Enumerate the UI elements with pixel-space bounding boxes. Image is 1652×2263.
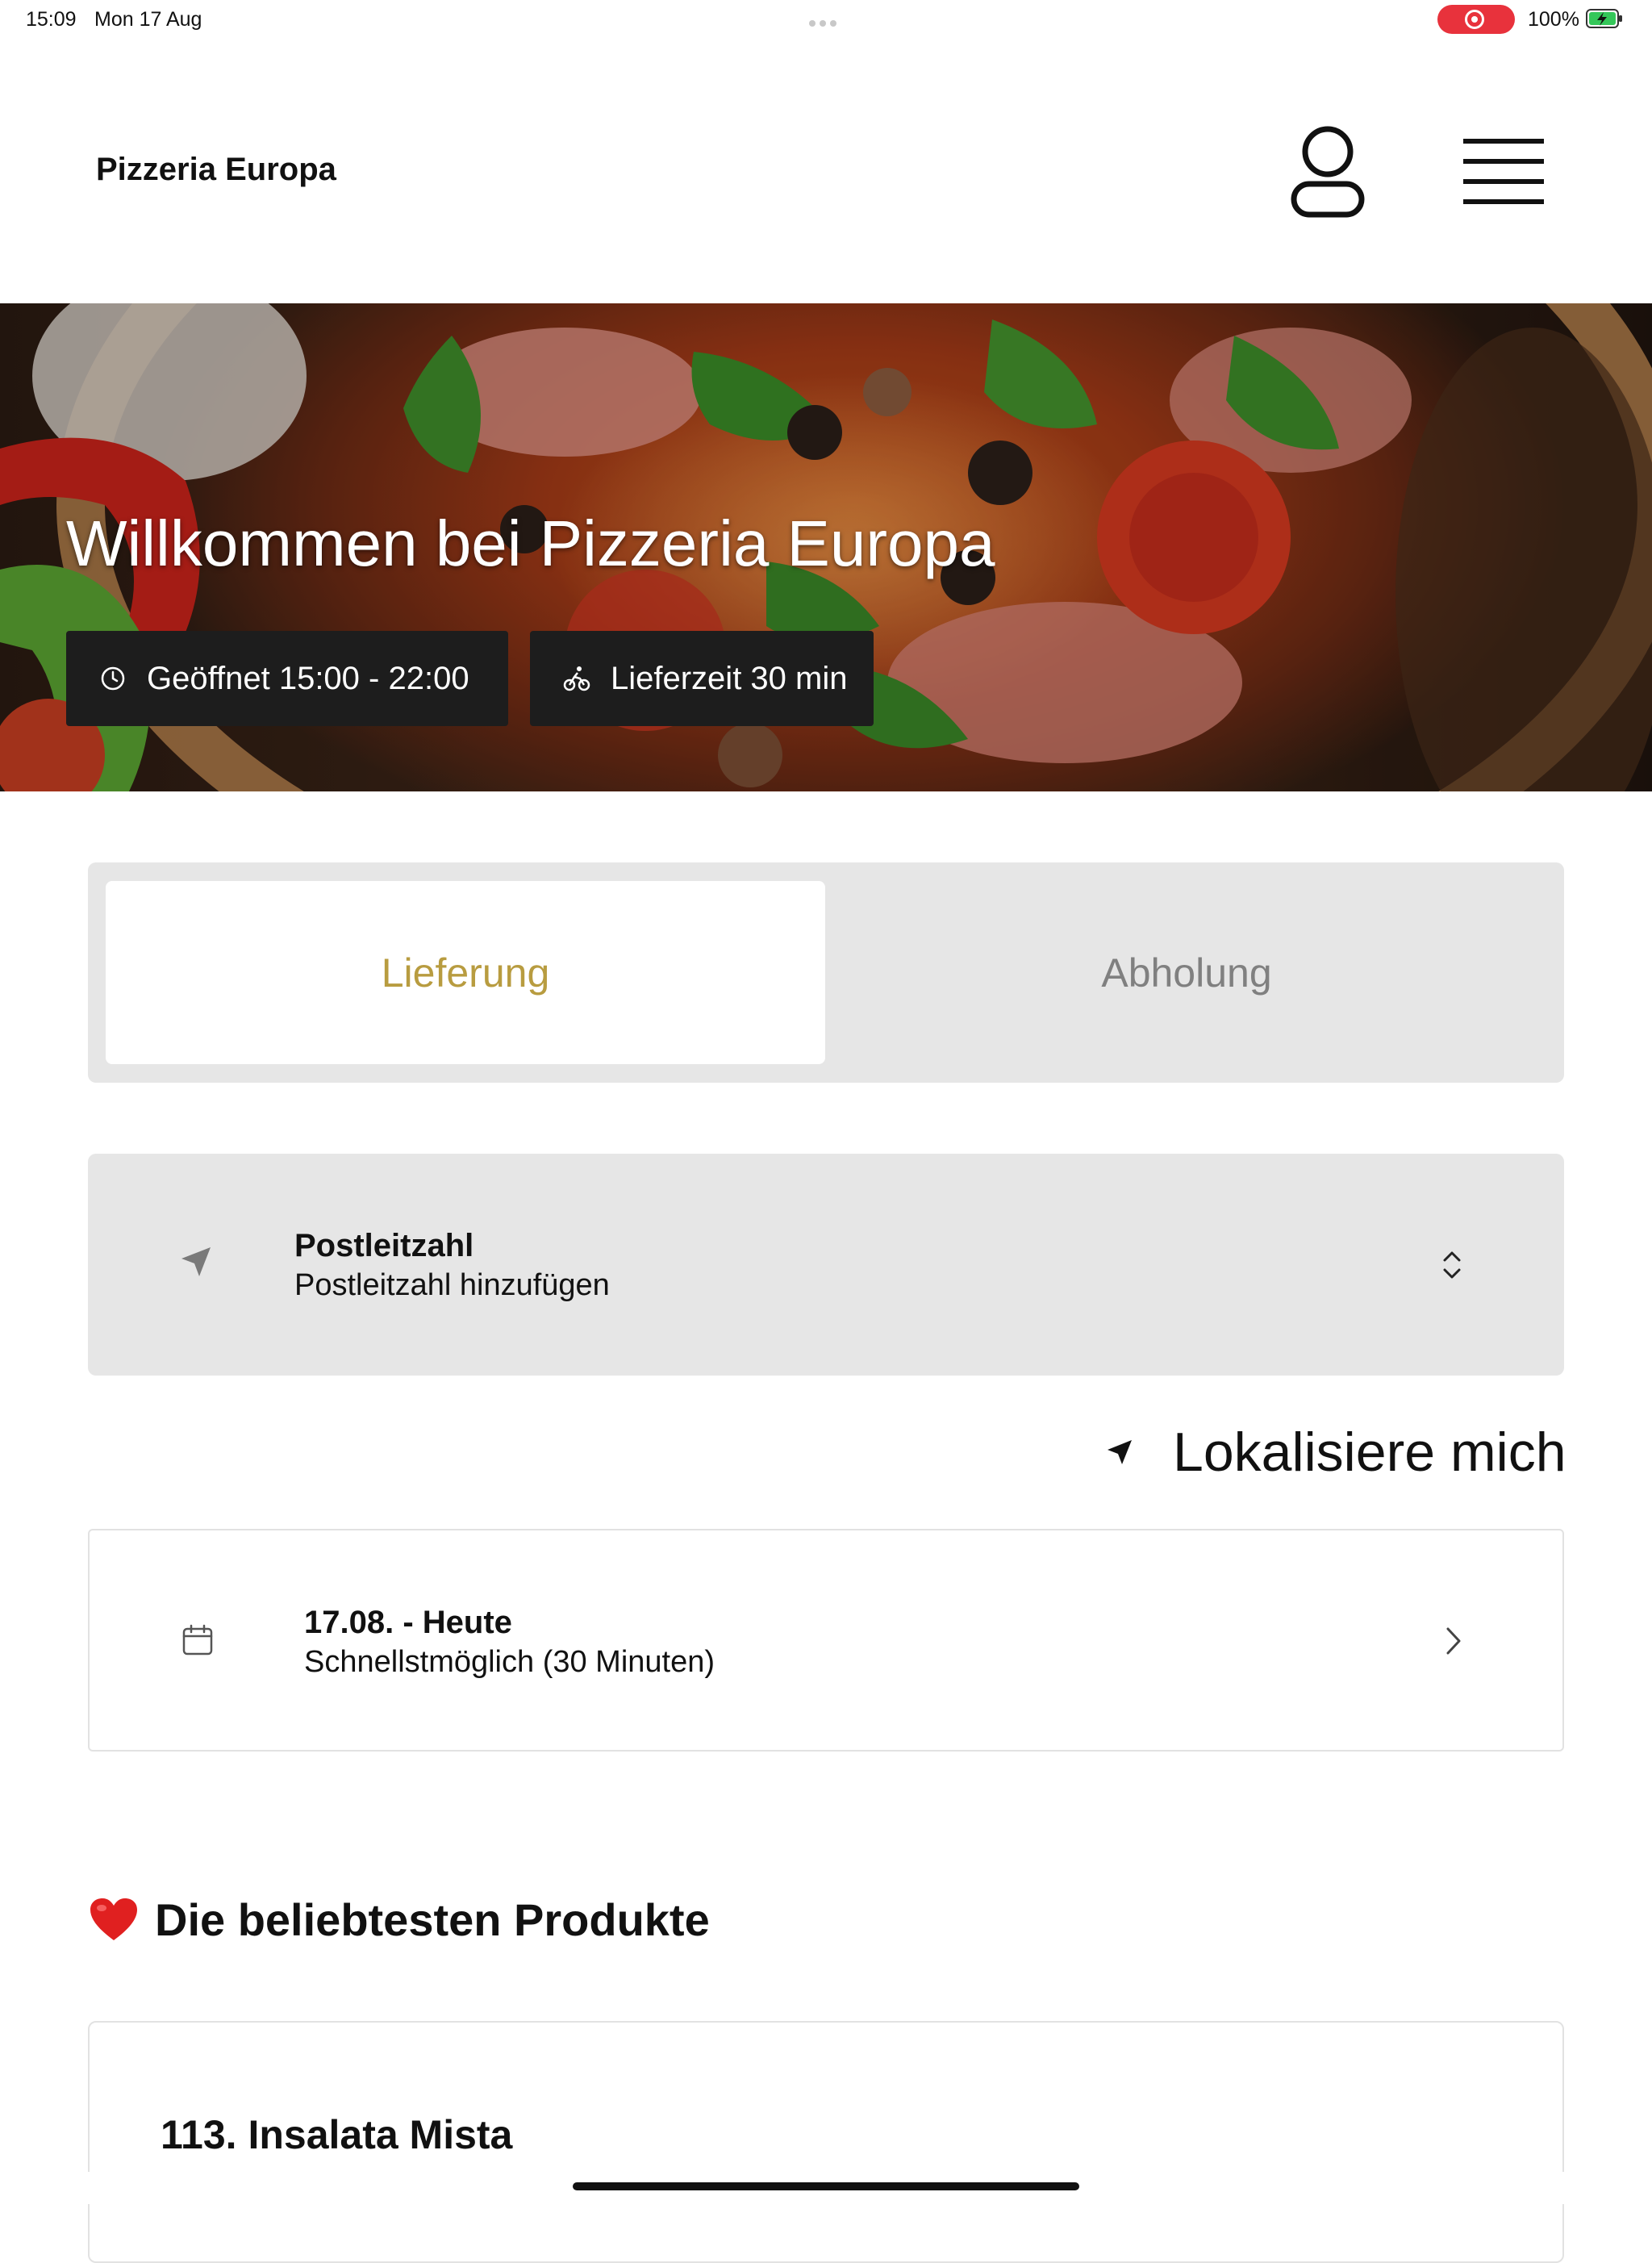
delivery-date-subtitle: Schnellstmöglich (30 Minuten) [304, 1645, 715, 1679]
postcode-value: Postleitzahl hinzufügen [294, 1268, 610, 1302]
hero-banner: Willkommen bei Pizzeria Europa Geöffnet … [0, 303, 1652, 791]
menu-icon[interactable] [1460, 136, 1549, 207]
battery-charging-icon [1586, 9, 1622, 28]
calendar-icon [182, 1624, 213, 1655]
popular-products-heading: Die beliebtesten Produkte [89, 1891, 710, 1948]
home-indicator[interactable] [573, 2182, 1079, 2190]
chevron-up-down-icon [1443, 1251, 1461, 1279]
delivery-date-selector[interactable]: 17.08. - Heute Schnellstmöglich (30 Minu… [88, 1529, 1564, 1752]
postcode-label: Postleitzahl [294, 1228, 474, 1263]
status-date: Mon 17 Aug [94, 8, 202, 31]
order-mode-toggle: Lieferung Abholung [88, 862, 1564, 1083]
delivery-date-title: 17.08. - Heute [304, 1605, 512, 1640]
brand-title[interactable]: Pizzeria Europa [96, 152, 336, 188]
chevron-right-icon [1446, 1627, 1461, 1655]
clock-icon [101, 666, 125, 691]
locate-me-label: Lokalisiere mich [1173, 1422, 1566, 1483]
screen-record-indicator[interactable] [1437, 5, 1515, 34]
postcode-selector[interactable]: Postleitzahl Postleitzahl hinzufügen [88, 1154, 1564, 1376]
location-arrow-icon [181, 1247, 211, 1276]
hero-title: Willkommen bei Pizzeria Europa [66, 507, 995, 579]
delivery-time-badge: Lieferzeit 30 min [530, 631, 874, 726]
bike-icon [563, 666, 590, 691]
opening-hours-text: Geöffnet 15:00 - 22:00 [147, 660, 469, 696]
heart-icon [90, 1898, 137, 1940]
location-arrow-icon [1108, 1440, 1132, 1464]
multitasking-dots-icon[interactable] [809, 16, 843, 27]
tab-delivery[interactable]: Lieferung [106, 881, 825, 1064]
status-bar: 15:09 Mon 17 Aug 100% [0, 0, 1652, 39]
popular-products-title: Die beliebtesten Produkte [155, 1893, 710, 1945]
status-time: 15:09 [26, 8, 77, 31]
opening-hours-badge: Geöffnet 15:00 - 22:00 [66, 631, 508, 726]
product-card[interactable]: 113. Insalata Mista [88, 2021, 1564, 2263]
user-icon[interactable] [1287, 124, 1368, 219]
locate-me-button[interactable]: Lokalisiere mich [1105, 1420, 1566, 1484]
product-name: 113. Insalata Mista [161, 2112, 513, 2157]
battery-percentage: 100% [1528, 8, 1579, 31]
delivery-time-text: Lieferzeit 30 min [611, 660, 848, 696]
tab-pickup[interactable]: Abholung [827, 881, 1546, 1064]
